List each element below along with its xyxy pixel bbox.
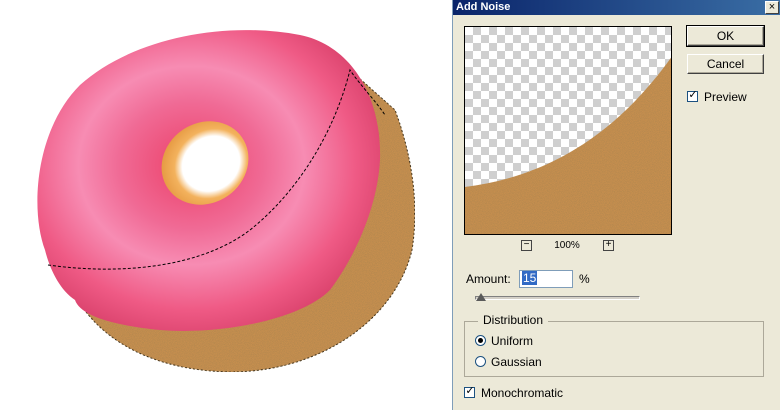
uniform-label: Uniform [491,334,534,348]
amount-slider-track[interactable] [475,296,640,300]
dialog-titlebar[interactable]: Add Noise × [453,0,780,15]
zoom-out-button[interactable]: − [521,240,532,251]
preview-image [465,57,671,234]
zoom-level: 100% [554,240,580,251]
preview-label: Preview [704,90,747,104]
preview-checkbox[interactable]: ✓ [687,89,698,102]
amount-unit: % [579,272,590,286]
filter-preview[interactable] [464,26,672,235]
checkmark-icon: ✓ [465,385,475,397]
close-button[interactable]: × [765,1,779,14]
donut-image [37,30,416,373]
monochromatic-label: Monochromatic [481,386,564,400]
add-noise-dialog: Add Noise × − 100% + OK Cancel ✓ Preview… [452,0,780,410]
amount-value: 15 [522,271,538,285]
checkmark-icon: ✓ [688,89,698,101]
radio-selected-dot [478,338,483,343]
image-canvas[interactable] [0,0,452,410]
radio-uniform[interactable] [475,335,486,346]
ok-button[interactable]: OK [686,25,765,47]
cancel-button[interactable]: Cancel [687,54,764,74]
dialog-title: Add Noise [456,1,511,13]
zoom-in-button[interactable]: + [603,240,614,251]
radio-gaussian[interactable] [475,356,486,367]
distribution-legend: Distribution [478,313,549,327]
amount-slider-thumb[interactable] [476,293,487,301]
amount-label: Amount: [466,272,511,286]
gaussian-label: Gaussian [491,355,542,369]
amount-input[interactable]: 15 [519,270,573,288]
monochromatic-checkbox[interactable]: ✓ [464,385,475,398]
